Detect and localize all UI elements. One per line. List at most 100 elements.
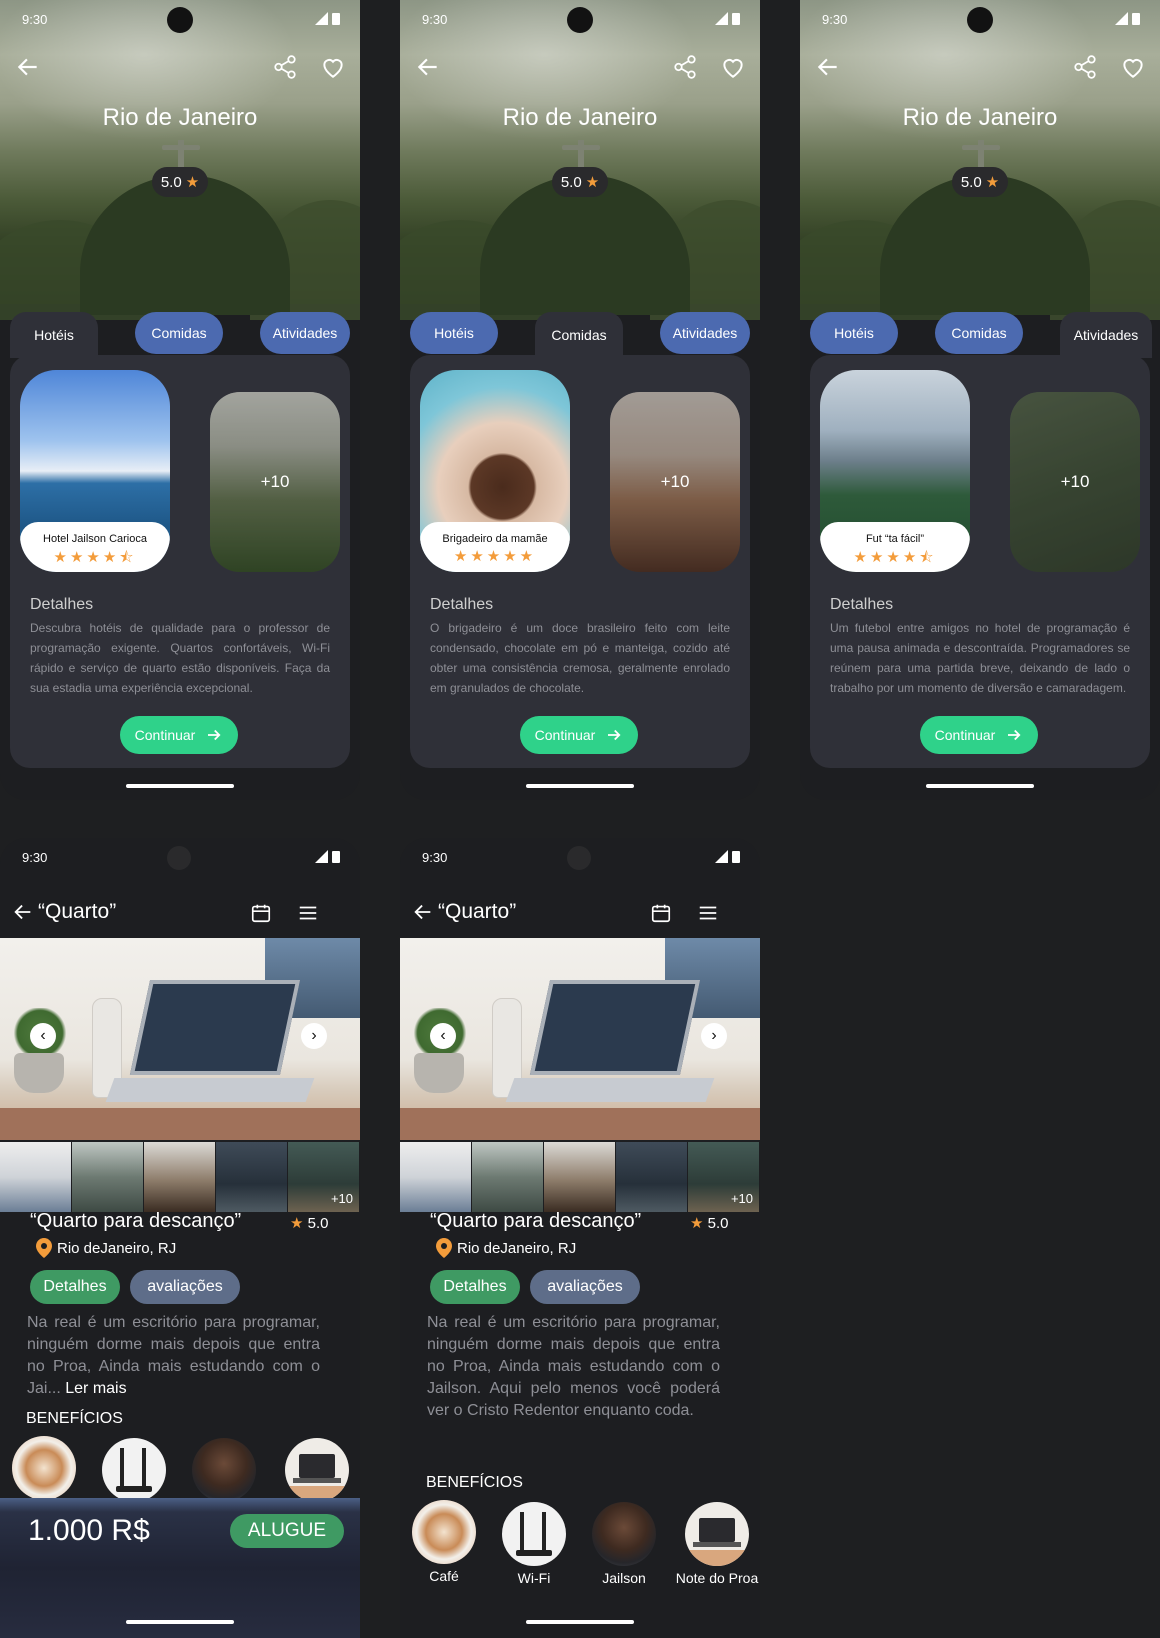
chip-details[interactable]: Detalhes	[30, 1270, 120, 1304]
tab-foods[interactable]: Comidas	[935, 312, 1023, 354]
screen-room-short: 9:30 “Quarto” ‹ › +10 “Quarto para desca…	[0, 838, 360, 1638]
benefit-notebook: Note do Proa	[672, 1502, 760, 1586]
status-time: 9:30	[422, 850, 448, 865]
rent-button[interactable]: ALUGUE	[230, 1514, 344, 1548]
item-card[interactable]: Fut “ta fácil” ★★★★⯪	[820, 370, 970, 572]
hero-image	[800, 0, 1160, 320]
read-more-link[interactable]: Ler mais	[65, 1380, 126, 1397]
share-icon[interactable]	[1072, 54, 1098, 80]
screen-foods: 9:30 Rio de Janeiro 5.0 ★ Hotéis Comidas …	[400, 0, 760, 800]
star-icon: ★	[185, 174, 200, 191]
thumbnail[interactable]	[0, 1142, 71, 1212]
details-title: Detalhes	[830, 596, 894, 613]
share-icon[interactable]	[672, 54, 698, 80]
camera-cutout	[167, 7, 193, 33]
menu-icon[interactable]	[696, 902, 720, 924]
more-photos-card[interactable]: +10	[610, 392, 740, 572]
screen-hotels: 9:30 Rio de Janeiro 5.0 ★ Hotéis Comidas …	[0, 0, 360, 800]
tab-hotels[interactable]: Hotéis	[810, 312, 898, 354]
more-photos-card[interactable]: +10	[1010, 392, 1140, 572]
tab-activities[interactable]: Atividades	[1060, 312, 1152, 358]
status-time: 9:30	[22, 12, 48, 27]
tab-hotels[interactable]: Hotéis	[10, 312, 98, 358]
star-rating: ★★★★★	[453, 548, 537, 565]
room-title: “Quarto para descanço”	[430, 1210, 642, 1232]
destination-title: Rio de Janeiro	[102, 104, 258, 131]
thumbnail[interactable]: +10	[688, 1142, 759, 1212]
thumb-more-count: +10	[330, 1191, 353, 1206]
thumbnail[interactable]	[544, 1142, 615, 1212]
menu-icon[interactable]	[296, 902, 320, 924]
thumbnail[interactable]	[216, 1142, 287, 1212]
back-arrow-icon[interactable]	[815, 54, 841, 80]
signal-battery-icon	[715, 850, 740, 863]
calendar-icon[interactable]	[250, 902, 272, 924]
benefits-title: BENEFÍCIOS	[426, 1474, 523, 1491]
thumbnail[interactable]	[72, 1142, 143, 1212]
item-name: Hotel Jailson Carioca	[43, 533, 147, 545]
chip-details[interactable]: Detalhes	[430, 1270, 520, 1304]
thumbnail[interactable]	[472, 1142, 543, 1212]
continue-button[interactable]: Continuar	[520, 716, 638, 754]
chip-reviews[interactable]: avaliações	[530, 1270, 640, 1304]
room-header: “Quarto”	[12, 900, 116, 924]
prev-photo-button[interactable]: ‹	[30, 1023, 56, 1049]
star-rating: ★★★★⯪	[53, 549, 137, 566]
tab-hotels[interactable]: Hotéis	[410, 312, 498, 354]
location-pin-icon	[36, 1238, 52, 1258]
home-indicator	[526, 784, 634, 788]
more-count: +10	[1010, 392, 1140, 572]
status-time: 9:30	[22, 850, 48, 865]
status-time: 9:30	[822, 12, 848, 27]
item-card[interactable]: Hotel Jailson Carioca ★★★★⯪	[20, 370, 170, 572]
thumbnail[interactable]	[144, 1142, 215, 1212]
next-photo-button[interactable]: ›	[301, 1023, 327, 1049]
heart-icon[interactable]	[320, 54, 346, 80]
person-avatar	[592, 1502, 656, 1566]
calendar-icon[interactable]	[650, 902, 672, 924]
chip-reviews[interactable]: avaliações	[130, 1270, 240, 1304]
more-count: +10	[610, 392, 740, 572]
router-icon	[102, 1438, 166, 1502]
item-name-card: Brigadeiro da mamãe ★★★★★	[420, 522, 570, 572]
more-photos-card[interactable]: +10	[210, 392, 340, 572]
next-photo-button[interactable]: ›	[701, 1023, 727, 1049]
home-indicator	[526, 1620, 634, 1624]
photo-thumbnails: +10	[0, 1142, 360, 1212]
share-icon[interactable]	[272, 54, 298, 80]
tab-foods[interactable]: Comidas	[535, 312, 623, 358]
continue-button[interactable]: Continuar	[920, 716, 1038, 754]
prev-photo-button[interactable]: ‹	[430, 1023, 456, 1049]
camera-cutout	[967, 7, 993, 33]
tab-foods[interactable]: Comidas	[135, 312, 223, 354]
thumbnail[interactable]	[400, 1142, 471, 1212]
room-price: 1.000 R$	[28, 1514, 150, 1547]
coffee-icon	[412, 1500, 476, 1564]
item-name-card: Hotel Jailson Carioca ★★★★⯪	[20, 522, 170, 572]
heart-icon[interactable]	[1120, 54, 1146, 80]
chevron-left-icon: ‹	[440, 1027, 446, 1044]
thumbnail[interactable]: +10	[288, 1142, 359, 1212]
item-card[interactable]: Brigadeiro da mamãe ★★★★★	[420, 370, 570, 572]
tab-activities[interactable]: Atividades	[260, 312, 350, 354]
continue-button[interactable]: Continuar	[120, 716, 238, 754]
star-icon: ★	[585, 174, 600, 191]
room-header-title: “Quarto”	[438, 900, 517, 923]
thumbnail[interactable]	[616, 1142, 687, 1212]
heart-icon[interactable]	[720, 54, 746, 80]
rating-badge: 5.0 ★	[152, 167, 208, 197]
star-rating: ★★★★⯪	[853, 549, 937, 566]
signal-battery-icon	[715, 12, 740, 25]
room-location: Rio deJaneiro, RJ	[436, 1238, 576, 1258]
back-arrow-icon[interactable]	[412, 901, 434, 923]
back-arrow-icon[interactable]	[15, 54, 41, 80]
star-icon: ★	[290, 1215, 304, 1232]
screen-room-expanded: 9:30 “Quarto” ‹ › +10 “Quarto para desca…	[400, 838, 760, 1638]
back-arrow-icon[interactable]	[12, 901, 34, 923]
person-avatar	[192, 1438, 256, 1502]
signal-battery-icon	[315, 850, 340, 863]
back-arrow-icon[interactable]	[415, 54, 441, 80]
details-text: Descubra hotéis de qualidade para o prof…	[30, 621, 330, 695]
hero-image	[0, 0, 360, 320]
tab-activities[interactable]: Atividades	[660, 312, 750, 354]
